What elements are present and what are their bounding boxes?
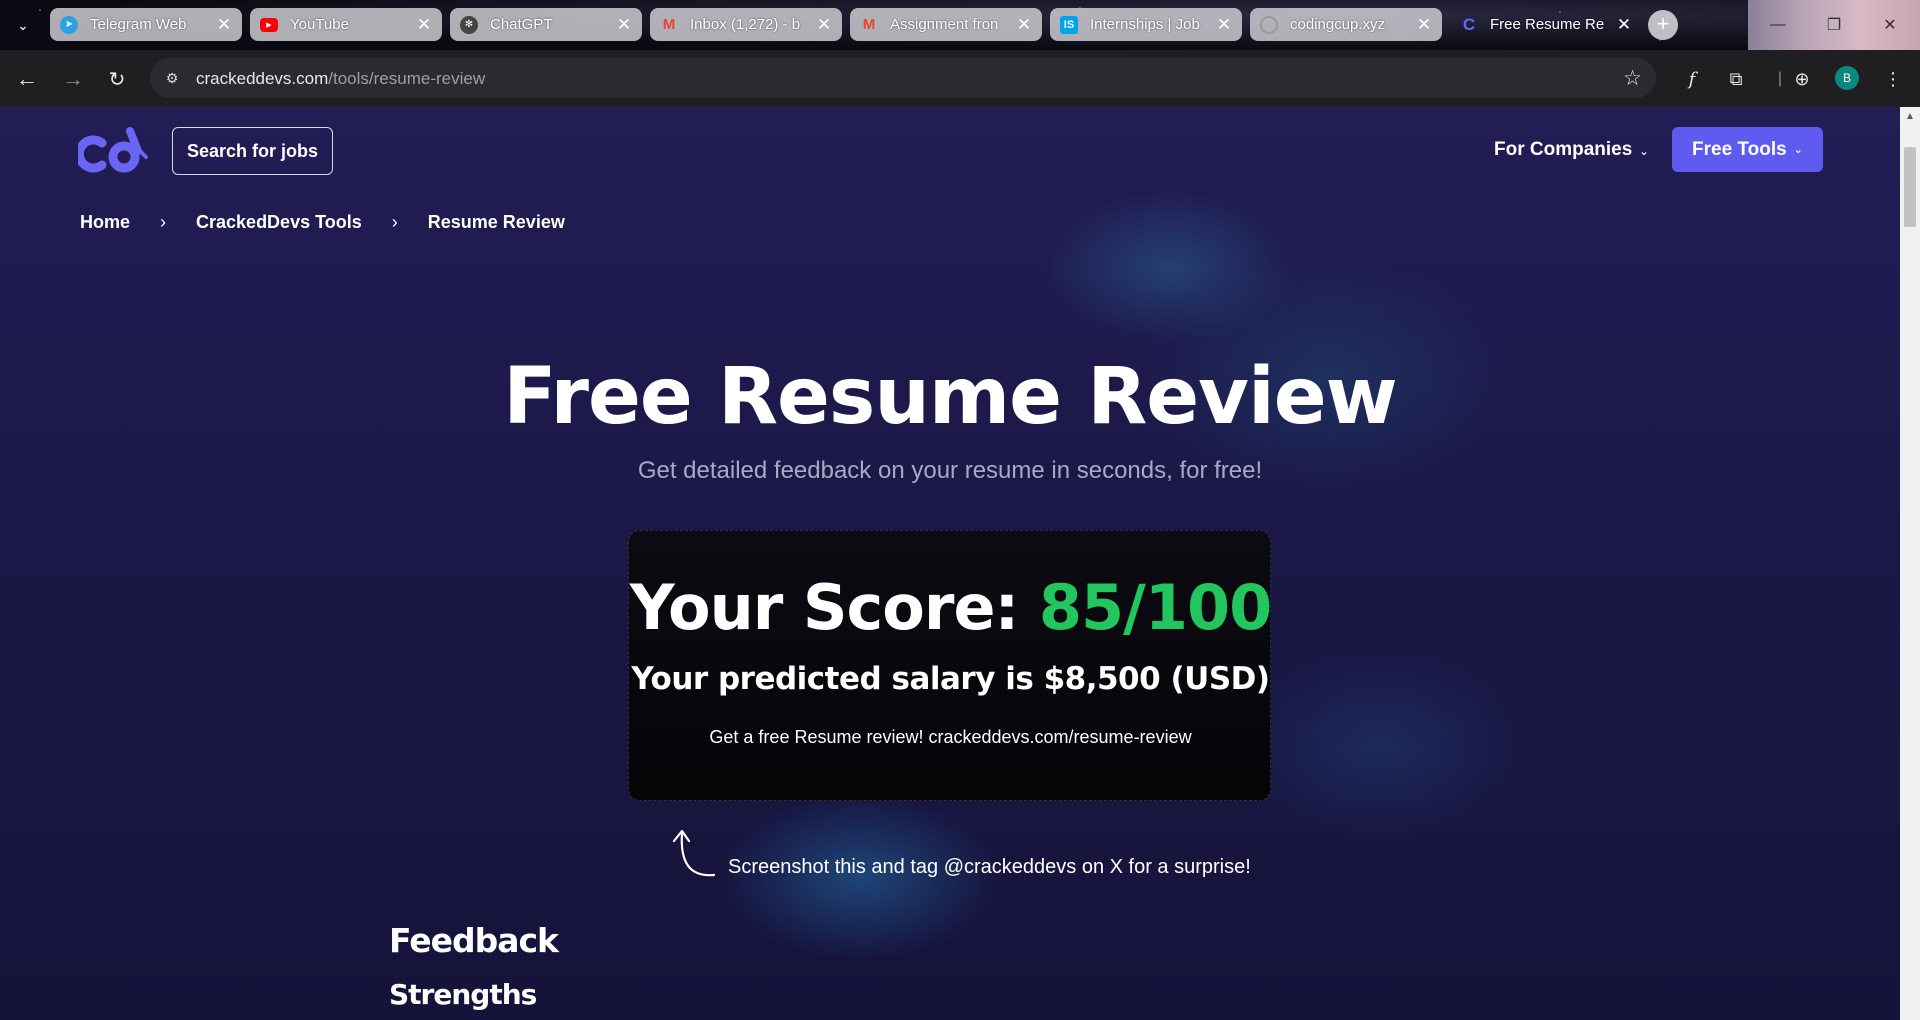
browser-toolbar: ← → ↻ ⚙ crackeddevs.com/tools/resume-rev… <box>0 50 1920 107</box>
promo-text: Get a free Resume review! crackeddevs.co… <box>709 727 1192 747</box>
close-tab-icon[interactable]: ✕ <box>1616 15 1632 35</box>
page-scrollbar[interactable]: ▲ <box>1900 107 1920 1020</box>
chatgpt-icon: ✻ <box>460 15 478 34</box>
close-tab-icon[interactable]: ✕ <box>1216 15 1232 35</box>
predicted-salary: Your predicted salary is $8,500 (USD) <box>631 661 1270 697</box>
scroll-up-icon[interactable]: ▲ <box>1905 111 1915 122</box>
for-companies-label: For Companies <box>1494 139 1633 160</box>
address-bar[interactable]: ⚙ crackeddevs.com/tools/resume-review ☆ <box>150 58 1656 98</box>
tab-title: Assignment fron <box>890 16 999 33</box>
gmail-icon: M <box>662 16 676 33</box>
profile-avatar[interactable]: B <box>1835 66 1859 90</box>
page-content: Search for jobs For Companies ⌄ Free Tool… <box>0 107 1900 1020</box>
chevron-down-icon: ⌄ <box>1639 146 1649 158</box>
close-tab-icon[interactable]: ✕ <box>216 15 232 35</box>
for-companies-menu[interactable]: For Companies ⌄ <box>1494 139 1649 161</box>
close-tab-icon[interactable]: ✕ <box>1416 15 1432 35</box>
breadcrumb-tools[interactable]: CrackedDevs Tools <box>196 212 362 233</box>
free-tools-label: Free Tools <box>1692 138 1787 160</box>
gmail-icon: M <box>862 16 876 33</box>
curved-arrow-icon <box>672 829 716 877</box>
tab-gmail-inbox[interactable]: M Inbox (1,272) - b ✕ <box>650 8 842 41</box>
tab-telegram[interactable]: ➤ Telegram Web ✕ <box>50 8 242 41</box>
back-icon[interactable]: ← <box>12 64 42 94</box>
globe-icon <box>1260 15 1278 34</box>
restore-icon[interactable]: ❐ <box>1806 0 1862 50</box>
search-jobs-button[interactable]: Search for jobs <box>172 127 334 175</box>
close-window-icon[interactable]: ✕ <box>1862 0 1918 50</box>
tab-title: Free Resume Re <box>1490 16 1605 33</box>
tab-youtube[interactable]: ▶ YouTube ✕ <box>250 8 442 41</box>
tab-codingcup[interactable]: codingcup.xyz ✕ <box>1250 8 1442 41</box>
tab-title: ChatGPT <box>490 16 553 33</box>
breadcrumb-home[interactable]: Home <box>80 212 130 233</box>
browser-menu-icon[interactable]: ⋮ <box>1878 64 1908 94</box>
tab-gmail-assignment[interactable]: M Assignment fron ✕ <box>850 8 1042 41</box>
page-subtitle: Get detailed feedback on your resume in … <box>637 457 1263 484</box>
chevron-down-icon: ⌄ <box>1793 144 1803 156</box>
score-card: Your Score: 85/100 Your predicted salary… <box>628 530 1272 801</box>
breadcrumb: Home › CrackedDevs Tools › Resume Review <box>80 212 565 233</box>
extensions-puzzle-icon[interactable]: ⧉ <box>1721 64 1751 94</box>
share-callout: Screenshot this and tag @crackeddevs on … <box>668 823 1251 881</box>
close-tab-icon[interactable]: ✕ <box>416 15 432 35</box>
tab-resume-review-active[interactable]: C Free Resume Re ✕ <box>1450 8 1642 41</box>
page-title: Free Resume Review <box>503 352 1397 442</box>
telegram-icon: ➤ <box>60 15 78 34</box>
tab-title: Telegram Web <box>90 16 187 33</box>
close-tab-icon[interactable]: ✕ <box>1016 15 1032 35</box>
score-line: Your Score: 85/100 <box>629 571 1272 644</box>
tab-chatgpt[interactable]: ✻ ChatGPT ✕ <box>450 8 642 41</box>
scrollbar-thumb[interactable] <box>1904 147 1916 227</box>
tab-title: Internships | Job <box>1090 16 1200 33</box>
crackeddevs-logo-icon[interactable] <box>78 127 152 173</box>
share-text: Screenshot this and tag @crackeddevs on … <box>728 856 1251 878</box>
tab-title: codingcup.xyz <box>1290 16 1386 33</box>
tab-title: YouTube <box>290 16 349 33</box>
chevron-right-icon: › <box>160 212 167 232</box>
close-tab-icon[interactable]: ✕ <box>816 15 832 35</box>
forward-icon[interactable]: → <box>58 64 88 94</box>
tab-search-button[interactable]: ⌄ <box>12 14 34 36</box>
tab-strip: ⌄ ➤ Telegram Web ✕ ▶ YouTube ✕ ✻ ChatGPT… <box>0 0 1920 50</box>
url-host: crackeddevs.com <box>196 69 329 88</box>
score-label: Your Score: <box>629 571 1020 644</box>
downloads-icon[interactable]: ⊕ <box>1787 64 1817 94</box>
chevron-right-icon: › <box>391 212 398 232</box>
extension-fx-icon[interactable]: f <box>1677 64 1707 94</box>
tab-title: Inbox (1,272) - b <box>690 16 801 33</box>
breadcrumb-current: Resume Review <box>427 212 565 232</box>
score-value: 85/100 <box>1038 571 1272 644</box>
free-tools-button[interactable]: Free Tools ⌄ <box>1672 127 1823 172</box>
bookmark-star-icon[interactable]: ☆ <box>1623 66 1642 91</box>
tab-internshala[interactable]: IS Internships | Job ✕ <box>1050 8 1242 41</box>
youtube-icon: ▶ <box>260 17 278 32</box>
url-text: crackeddevs.com/tools/resume-review <box>196 69 485 89</box>
crackeddevs-icon: C <box>1462 14 1476 34</box>
close-tab-icon[interactable]: ✕ <box>616 15 632 35</box>
minimize-icon[interactable]: — <box>1750 0 1806 50</box>
feedback-heading: Feedback <box>389 921 559 960</box>
new-tab-button[interactable]: + <box>1648 10 1678 40</box>
site-info-icon[interactable]: ⚙ <box>162 68 182 88</box>
reload-icon[interactable]: ↻ <box>102 64 132 94</box>
internshala-icon: IS <box>1060 15 1078 34</box>
url-path: /tools/resume-review <box>328 69 486 88</box>
strengths-heading: Strengths <box>389 978 537 1011</box>
